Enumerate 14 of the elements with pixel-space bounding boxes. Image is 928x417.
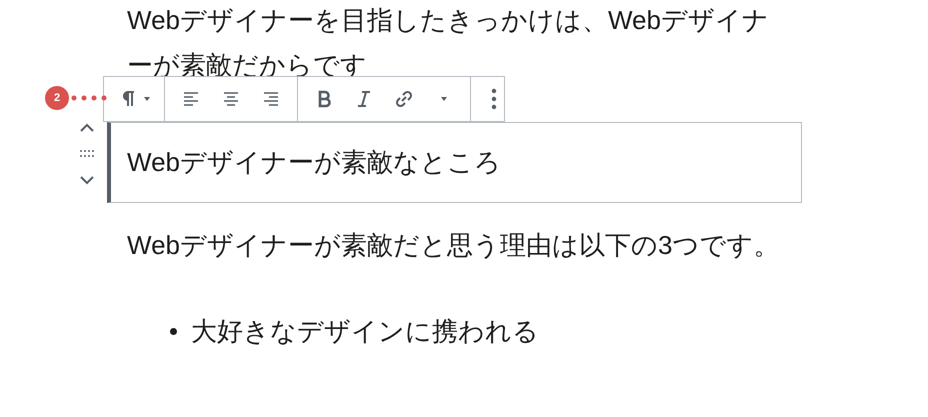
align-left-icon — [181, 89, 201, 109]
more-options-icon — [491, 88, 497, 110]
selected-block[interactable]: Webデザイナーが素敵なところ — [107, 122, 802, 203]
bullet-icon — [170, 328, 177, 334]
paragraph: Webデザイナーが素敵だと思う理由は以下の3つです。 — [127, 229, 780, 262]
list-item-text: 大好きなデザインに携われる — [191, 315, 539, 348]
align-center-icon — [221, 89, 241, 109]
step-badge: 2 — [45, 86, 69, 110]
drag-dots-icon — [80, 150, 94, 158]
align-right-icon — [261, 89, 281, 109]
chevron-up-icon — [79, 123, 95, 133]
chevron-down-icon — [79, 175, 95, 185]
link-icon — [394, 89, 414, 109]
block-text: Webデザイナーが素敵なところ — [127, 146, 501, 179]
